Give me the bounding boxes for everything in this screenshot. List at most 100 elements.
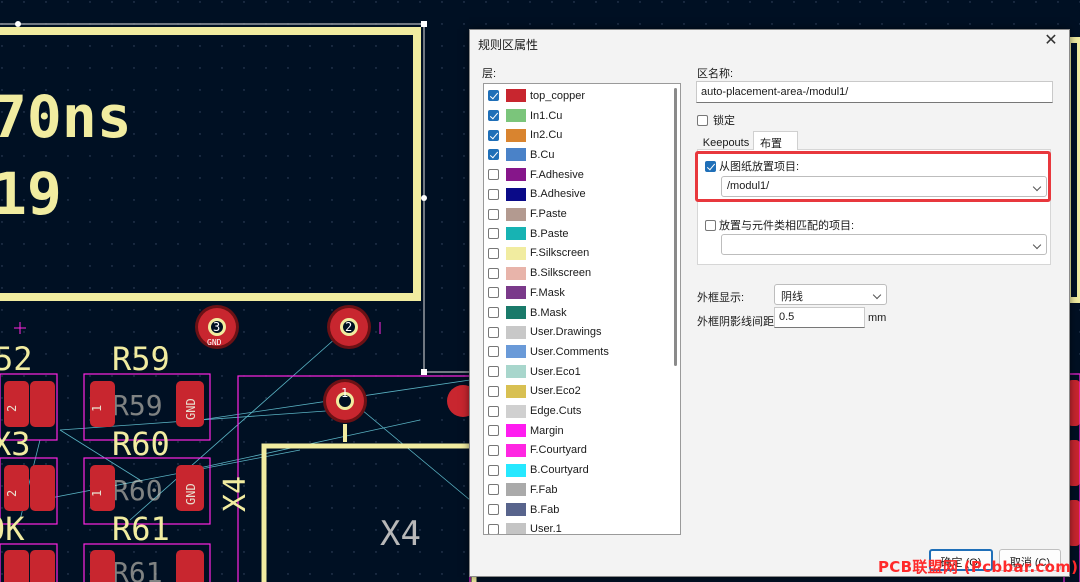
layer-checkbox[interactable]: [488, 425, 499, 437]
ref-r60-fab: R60: [112, 474, 163, 507]
layer-checkbox[interactable]: [488, 405, 499, 417]
layers-label: 层:: [482, 68, 497, 80]
ref-r52: 52: [0, 340, 33, 378]
layer-row[interactable]: User.Drawings: [484, 322, 670, 342]
layer-name: User.1: [530, 523, 562, 535]
layer-row[interactable]: B.Silkscreen: [484, 263, 670, 283]
tab-placement[interactable]: 布置: [753, 131, 798, 150]
layer-checkbox[interactable]: [488, 287, 499, 299]
layer-color-swatch: [506, 463, 526, 477]
layer-color-swatch: [506, 306, 526, 320]
layer-row[interactable]: User.Eco2: [484, 382, 670, 402]
layer-row[interactable]: In2.Cu: [484, 125, 670, 145]
footprint-class-label: 放置与元件类相匹配的项目:: [719, 220, 855, 232]
layer-color-swatch: [506, 266, 526, 280]
footprint-class-select[interactable]: [721, 234, 1047, 255]
layer-row[interactable]: F.Fab: [484, 480, 670, 500]
outline-display-select[interactable]: 阴线: [774, 284, 887, 305]
x4-fab-label: X4: [380, 514, 421, 554]
layer-name: F.Paste: [530, 208, 567, 221]
layer-color-swatch: [506, 187, 526, 201]
layer-checkbox[interactable]: [488, 267, 499, 279]
layer-row[interactable]: top_copper: [484, 86, 670, 106]
layer-row[interactable]: Edge.Cuts: [484, 401, 670, 421]
layer-checkbox[interactable]: [488, 484, 499, 496]
layer-checkbox[interactable]: [488, 169, 499, 181]
layer-name: F.Fab: [530, 483, 558, 496]
layer-name: B.Paste: [530, 227, 569, 240]
layer-row[interactable]: User.1: [484, 519, 670, 535]
layer-checkbox[interactable]: [488, 366, 499, 378]
footprint-class-option[interactable]: 放置与元件类相匹配的项目:: [705, 217, 854, 233]
layer-checkbox[interactable]: [488, 464, 499, 476]
layer-checkbox[interactable]: [488, 247, 499, 259]
layer-checkbox[interactable]: [488, 149, 499, 161]
pad-3-net: GND: [207, 338, 222, 347]
layer-row[interactable]: F.Silkscreen: [484, 244, 670, 264]
layer-name: User.Drawings: [530, 326, 602, 339]
ref-r61-fab: R61: [112, 556, 163, 582]
layer-name: F.Adhesive: [530, 168, 584, 181]
layer-checkbox[interactable]: [488, 208, 499, 220]
layer-name: B.Adhesive: [530, 188, 586, 201]
layer-row[interactable]: B.Adhesive: [484, 185, 670, 205]
layer-row[interactable]: F.Adhesive: [484, 165, 670, 185]
ref-x4: X4: [218, 476, 253, 512]
layer-color-swatch: [506, 246, 526, 260]
layer-checkbox[interactable]: [488, 90, 499, 102]
layer-row[interactable]: B.Courtyard: [484, 460, 670, 480]
layer-checkbox[interactable]: [488, 188, 499, 200]
pad-gnd-label: GND: [184, 398, 198, 420]
layer-row[interactable]: B.Fab: [484, 500, 670, 520]
layer-row[interactable]: B.Cu: [484, 145, 670, 165]
layer-checkbox[interactable]: [488, 307, 499, 319]
ref-r59: R59: [112, 340, 170, 378]
layer-checkbox[interactable]: [488, 444, 499, 456]
layer-row[interactable]: B.Mask: [484, 303, 670, 323]
pad-number-2: 2: [5, 405, 19, 412]
layer-color-swatch: [506, 148, 526, 162]
lock-checkbox[interactable]: [697, 114, 708, 126]
outline-display-label: 外框显示:: [697, 292, 745, 304]
layer-row[interactable]: F.Courtyard: [484, 441, 670, 461]
layer-row[interactable]: Margin: [484, 421, 670, 441]
zone-name-input[interactable]: auto-placement-area-/modul1/: [696, 81, 1053, 103]
lock-option[interactable]: 锁定: [697, 112, 735, 128]
layer-checkbox[interactable]: [488, 110, 499, 122]
layer-row[interactable]: User.Eco1: [484, 362, 670, 382]
layer-color-swatch: [506, 483, 526, 497]
pad-2-number: 2: [345, 320, 352, 334]
layer-checkbox[interactable]: [488, 228, 499, 240]
layer-color-swatch: [506, 365, 526, 379]
hatch-pitch-input[interactable]: 0.5: [774, 307, 865, 328]
dialog-title: 规则区属性: [478, 38, 539, 52]
layer-list-scrollbar[interactable]: [674, 88, 677, 366]
layer-checkbox[interactable]: [488, 346, 499, 358]
layer-name: User.Comments: [530, 345, 609, 358]
layer-checkbox[interactable]: [488, 504, 499, 516]
layer-checkbox[interactable]: [488, 385, 499, 397]
lock-label: 锁定: [713, 115, 735, 127]
layer-checkbox[interactable]: [488, 129, 499, 141]
close-icon[interactable]: ✕: [1043, 33, 1059, 49]
layer-row[interactable]: User.Comments: [484, 342, 670, 362]
layer-checkbox[interactable]: [488, 523, 499, 534]
layer-name: Margin: [530, 424, 564, 437]
layer-color-swatch: [506, 325, 526, 339]
layer-row[interactable]: F.Mask: [484, 283, 670, 303]
layer-color-swatch: [506, 443, 526, 457]
ref-r59-fab: R59: [112, 389, 163, 422]
zone-properties-dialog: 规则区属性 ✕ 层: top_copper In1.Cu In2.Cu B.Cu F.A…: [469, 29, 1070, 577]
layer-color-swatch: [506, 522, 526, 534]
layer-row[interactable]: In1.Cu: [484, 106, 670, 126]
layer-name: In1.Cu: [530, 109, 563, 122]
hatch-pitch-unit: mm: [868, 312, 887, 324]
layer-color-swatch: [506, 128, 526, 142]
layer-list[interactable]: top_copper In1.Cu In2.Cu B.Cu F.Adhesive B.Ad…: [483, 83, 681, 535]
layer-color-swatch: [506, 404, 526, 418]
layer-checkbox[interactable]: [488, 326, 499, 338]
layer-row[interactable]: B.Paste: [484, 224, 670, 244]
layer-name: B.Mask: [530, 306, 567, 319]
footprint-class-checkbox[interactable]: [705, 219, 716, 231]
layer-row[interactable]: F.Paste: [484, 204, 670, 224]
